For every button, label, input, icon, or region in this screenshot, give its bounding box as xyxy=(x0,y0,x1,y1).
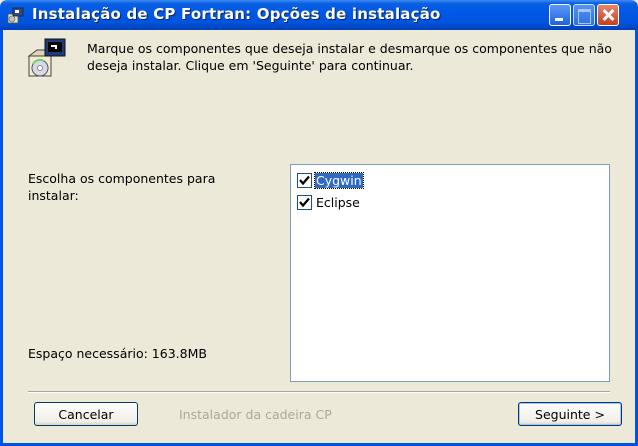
list-item-cygwin[interactable]: Cygwin xyxy=(297,171,364,189)
eclipse-checkbox[interactable] xyxy=(297,194,312,210)
brand-text: Instalador da cadeira CP xyxy=(179,407,332,422)
checkmark-icon xyxy=(299,197,310,207)
separator xyxy=(28,391,610,393)
installer-box-icon xyxy=(27,36,69,80)
cygwin-label: Cygwin xyxy=(314,171,364,189)
list-item-eclipse[interactable]: Eclipse xyxy=(297,193,361,211)
title-bar[interactable]: Instalação de CP Fortran: Opções de inst… xyxy=(0,0,638,30)
cygwin-checkbox[interactable] xyxy=(297,172,312,188)
cancel-button[interactable]: Cancelar xyxy=(34,402,138,426)
space-required-label: Espaço necessário: 163.8MB xyxy=(28,346,207,361)
checkmark-icon xyxy=(299,175,310,185)
instructions-text: Marque os componentes que deseja instala… xyxy=(87,41,612,73)
eclipse-label: Eclipse xyxy=(316,194,360,210)
close-button[interactable] xyxy=(597,4,619,26)
maximize-button[interactable] xyxy=(573,4,595,26)
components-list[interactable]: Cygwin Eclipse xyxy=(290,164,610,382)
choose-components-label: Escolha os componentes para instalar: xyxy=(28,171,216,203)
minimize-button[interactable] xyxy=(549,4,571,26)
next-button[interactable]: Seguinte > xyxy=(518,402,622,426)
window-title: Instalação de CP Fortran: Opções de inst… xyxy=(32,5,441,23)
installer-icon xyxy=(7,6,25,24)
